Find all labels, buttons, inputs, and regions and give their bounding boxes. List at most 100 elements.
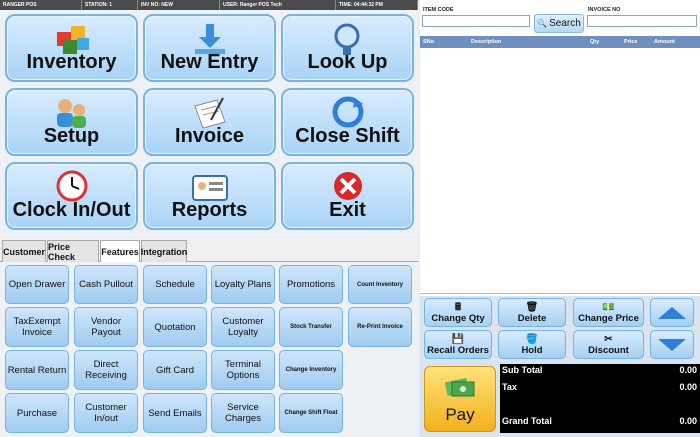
paper-pen-icon	[187, 96, 233, 135]
col-qty: Qty	[590, 39, 600, 45]
tab-integration[interactable]: Integration	[141, 240, 187, 262]
reprint-invoice-button[interactable]: Re-Print Invoice	[348, 307, 412, 347]
recall-orders-button[interactable]: 💾 Recall Orders	[424, 330, 492, 359]
vendor-payout-button[interactable]: Vendor Payout	[74, 307, 138, 347]
app-name: RANGER POS	[0, 0, 82, 10]
recall-orders-label: Recall Orders	[427, 345, 489, 356]
cash-pullout-button[interactable]: Cash Pullout	[74, 265, 138, 304]
tax-label: Tax	[502, 382, 517, 392]
totals-box: Sub Total 0.00 Tax 0.00 Grand Total 0.00	[500, 364, 700, 433]
change-qty-label: Change Qty	[431, 313, 485, 324]
actions-panel: 🖩 Change Qty 🗑 Delete 💵 Change Price 💾 R…	[420, 296, 700, 437]
new-entry-button[interactable]: New Entry	[143, 14, 276, 82]
col-description: Description	[471, 39, 502, 45]
sale-panel: ITEM CODE 🔍 Search INVOICE NO SNo Descri…	[420, 0, 700, 437]
boxes-icon	[49, 22, 95, 61]
arrow-up-icon	[658, 306, 686, 319]
rental-return-button[interactable]: Rental Return	[5, 350, 69, 390]
item-code-input[interactable]	[422, 15, 530, 27]
change-shift-float-button[interactable]: Change Shift Float	[279, 393, 343, 433]
delete-label: Delete	[517, 313, 547, 324]
invoice-no-input[interactable]	[587, 15, 697, 27]
subtotal-row: Sub Total 0.00	[502, 365, 697, 375]
purchase-button[interactable]: Purchase	[5, 393, 69, 433]
tax-value: 0.00	[679, 382, 697, 392]
customer-inout-button[interactable]: Customer In/out	[74, 393, 138, 433]
delete-button[interactable]: 🗑 Delete	[498, 298, 566, 327]
station-label: STATION: 1	[82, 0, 138, 10]
close-shift-button[interactable]: Close Shift	[281, 88, 414, 156]
clock-in-out-button[interactable]: Clock In/Out	[5, 162, 138, 230]
schedule-button[interactable]: Schedule	[143, 265, 207, 304]
col-amount: Amount	[654, 39, 675, 45]
tax-row: Tax 0.00	[502, 382, 697, 392]
invoice-status: INV NO: NEW	[138, 0, 220, 10]
exit-button[interactable]: Exit	[281, 162, 414, 230]
tab-features[interactable]: Features	[100, 240, 140, 263]
promotions-button[interactable]: Promotions	[279, 265, 343, 304]
recall-icon: 💾	[451, 334, 465, 345]
items-grid[interactable]	[420, 48, 700, 294]
change-price-button[interactable]: 💵 Change Price	[573, 298, 644, 327]
grand-total-value: 0.00	[679, 416, 697, 426]
send-emails-button[interactable]: Send Emails	[143, 393, 207, 433]
setup-button[interactable]: Setup	[5, 88, 138, 156]
pay-label: Pay	[445, 405, 475, 424]
trash-icon: 🗑	[525, 302, 539, 313]
feature-tabs: Customer Price Check Features Integratio…	[0, 238, 418, 263]
id-card-icon	[187, 170, 233, 209]
invoice-button[interactable]: Invoice	[143, 88, 276, 156]
count-inventory-button[interactable]: Count Inventory	[348, 265, 412, 304]
hold-label: Hold	[521, 345, 543, 356]
hold-button[interactable]: 🪣 Hold	[498, 330, 566, 359]
direct-receiving-button[interactable]: Direct Receiving	[74, 350, 138, 390]
money-icon: 💵	[602, 302, 615, 313]
main-menu-panel: Inventory New Entry Look Up Setup Invoic…	[0, 10, 418, 236]
loyalty-plans-button[interactable]: Loyalty Plans	[211, 265, 275, 304]
col-sno: SNo	[423, 39, 434, 45]
red-x-icon	[325, 170, 371, 209]
items-grid-header: SNo Description Qty Price Amount	[420, 36, 700, 48]
discount-label: Discount	[588, 345, 629, 356]
quotation-button[interactable]: Quotation	[143, 307, 207, 347]
magnifier-icon	[325, 22, 371, 61]
invoice-no-label: INVOICE NO	[588, 7, 621, 13]
search-label: Search	[549, 18, 581, 29]
terminal-options-button[interactable]: Terminal Options	[211, 350, 275, 390]
subtotal-label: Sub Total	[502, 365, 543, 375]
inventory-button[interactable]: Inventory	[5, 14, 138, 82]
status-bar: RANGER POS STATION: 1 INV NO: NEW USER: …	[0, 0, 418, 10]
col-price: Price	[624, 39, 638, 45]
stock-transfer-button[interactable]: Stock Transfer	[279, 307, 343, 347]
tab-customer[interactable]: Customer	[2, 240, 46, 262]
user-label: USER: Ranger POS Tech	[220, 0, 336, 10]
search-icon: 🔍	[537, 19, 548, 28]
tab-price-check[interactable]: Price Check	[47, 240, 99, 262]
taxexempt-invoice-button[interactable]: TaxExempt Invoice	[5, 307, 69, 347]
look-up-button[interactable]: Look Up	[281, 14, 414, 82]
cash-icon	[444, 374, 476, 405]
gift-card-button[interactable]: Gift Card	[143, 350, 207, 390]
calculator-icon: 🖩	[455, 302, 461, 313]
scroll-down-button[interactable]	[650, 330, 694, 359]
discount-icon: ✂	[604, 334, 613, 345]
open-drawer-button[interactable]: Open Drawer	[5, 265, 69, 304]
service-charges-button[interactable]: Service Charges	[211, 393, 275, 433]
refresh-icon	[325, 96, 371, 135]
search-button[interactable]: 🔍 Search	[534, 14, 584, 33]
time-label: TIME: 04:44:32 PM	[336, 0, 418, 10]
discount-button[interactable]: ✂ Discount	[573, 330, 644, 359]
download-arrow-icon	[187, 22, 233, 61]
item-code-label: ITEM CODE	[423, 7, 454, 13]
features-panel: Open Drawer Cash Pullout Schedule Loyalt…	[0, 262, 418, 437]
grand-total-label: Grand Total	[502, 416, 552, 426]
pay-button[interactable]: Pay	[424, 366, 496, 432]
change-price-label: Change Price	[578, 313, 639, 324]
change-inventory-button[interactable]: Change Inventory	[279, 350, 343, 390]
reports-button[interactable]: Reports	[143, 162, 276, 230]
customer-loyalty-button[interactable]: Customer Loyalty	[211, 307, 275, 347]
people-gear-icon	[49, 96, 95, 135]
scroll-up-button[interactable]	[650, 298, 694, 327]
change-qty-button[interactable]: 🖩 Change Qty	[424, 298, 492, 327]
arrow-down-icon	[658, 338, 686, 351]
